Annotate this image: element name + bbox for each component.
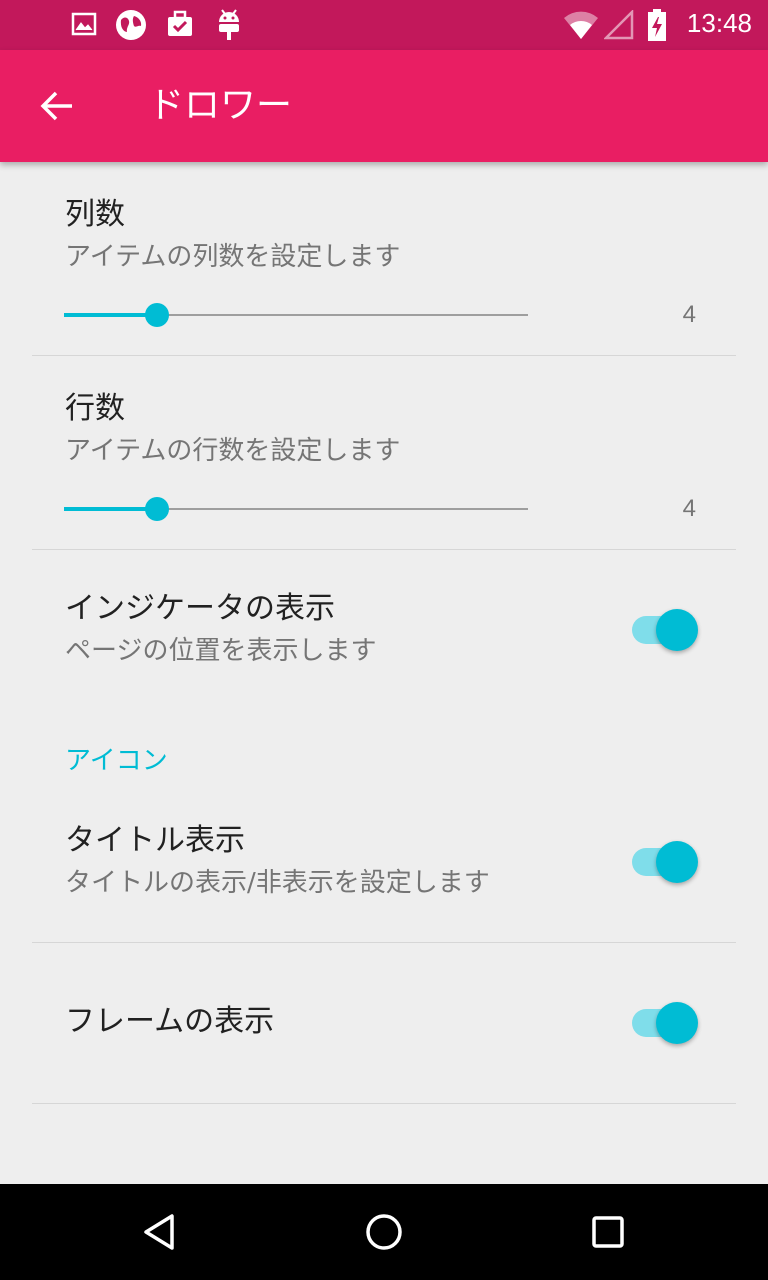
columns-summary: アイテムの列数を設定します [65,242,401,272]
status-bar: 13:48 [0,0,768,50]
status-time: 13:48 [686,8,752,38]
switch-thumb[interactable] [656,841,698,883]
battery-charging-icon [648,9,666,41]
divider [32,942,736,943]
switch-thumb[interactable] [656,1002,698,1044]
divider [32,355,736,356]
frame-display-title: フレームの表示 [65,1004,275,1039]
arrow-back-icon [40,91,72,121]
back-triangle-icon [144,1214,174,1250]
title-display-switch[interactable] [630,840,700,884]
signal-icon [604,10,634,40]
title-display-summary: タイトルの表示/非表示を設定します [65,868,490,898]
slider-fill [64,313,157,317]
back-button[interactable] [26,75,88,137]
rows-summary: アイテムの行数を設定します [65,436,401,466]
slider-fill [64,507,157,511]
indicator-summary: ページの位置を表示します [65,636,377,666]
nav-home-button[interactable] [354,1202,414,1262]
rows-slider[interactable] [64,489,528,529]
slider-thumb[interactable] [145,497,169,521]
settings-list: 列数 アイテムの列数を設定します 4 行数 アイテムの行数を設定します 4 イン… [0,162,768,1184]
page-title: ドロワー [148,85,293,126]
switch-thumb[interactable] [656,609,698,651]
recents-square-icon [592,1216,624,1248]
navigation-bar [0,1184,768,1280]
slider-thumb[interactable] [145,303,169,327]
wifi-icon [564,11,598,39]
rows-title: 行数 [65,391,125,426]
app-bar: ドロワー [0,50,768,162]
android-icon [219,9,239,40]
icon-category-header: アイコン [65,746,168,776]
columns-value: 4 [682,301,696,328]
divider [32,1103,736,1104]
indicator-title: インジケータの表示 [65,591,335,626]
frame-display-switch[interactable] [630,1001,700,1045]
columns-slider[interactable] [64,295,528,335]
rows-value: 4 [682,495,696,522]
nav-back-button[interactable] [130,1202,190,1262]
briefcase-check-icon [168,10,192,36]
divider [32,549,736,550]
home-circle-icon [366,1214,402,1250]
columns-title: 列数 [65,197,125,232]
title-display-title: タイトル表示 [65,823,245,858]
gallery-icon [71,12,97,36]
indicator-switch[interactable] [630,608,700,652]
globe-icon [116,10,146,40]
nav-recents-button[interactable] [578,1202,638,1262]
